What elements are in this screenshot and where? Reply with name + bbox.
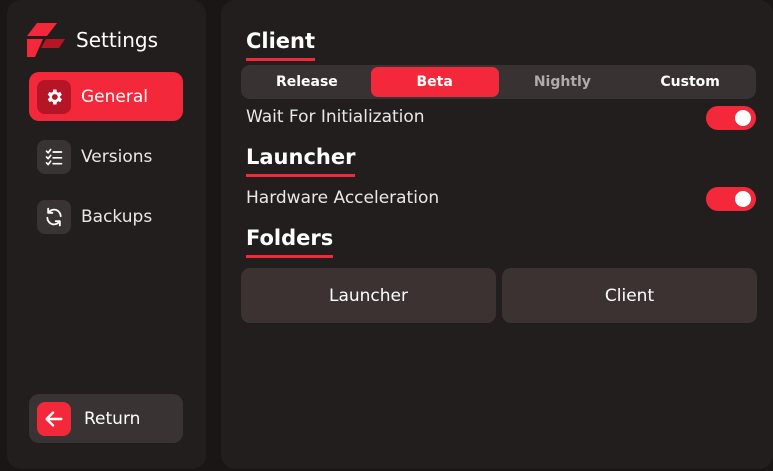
wait-for-init-label: Wait For Initialization [246, 107, 425, 127]
arrow-left-icon [37, 401, 71, 436]
app-logo-icon [27, 23, 65, 57]
brand: Settings [27, 20, 158, 60]
gear-icon [37, 79, 71, 114]
client-section-title: Client [246, 29, 316, 61]
open-launcher-folder-button[interactable]: Launcher [241, 268, 496, 323]
channel-tab-nightly[interactable]: Nightly [499, 67, 627, 97]
hardware-accel-label: Hardware Acceleration [246, 188, 440, 208]
channel-selector: Release Beta Nightly Custom [241, 65, 756, 99]
sidebar-item-label: Backups [81, 206, 153, 227]
launcher-section-title: Launcher [246, 145, 356, 177]
refresh-icon [37, 199, 71, 234]
settings-window: Settings General Versions Backups Return… [0, 0, 773, 471]
return-label: Return [84, 408, 141, 429]
sidebar-title: Settings [76, 28, 159, 52]
wait-for-init-toggle[interactable] [706, 106, 756, 130]
sidebar: Settings General Versions Backups Return [7, 0, 206, 469]
wait-for-init-row: Wait For Initialization [246, 103, 756, 131]
toggle-knob [735, 110, 751, 126]
folders-section-title: Folders [246, 226, 334, 258]
sidebar-item-label: General [81, 86, 148, 107]
hardware-accel-row: Hardware Acceleration [246, 184, 756, 212]
channel-tab-beta[interactable]: Beta [370, 67, 499, 97]
sidebar-item-general[interactable]: General [29, 72, 183, 121]
open-client-folder-button[interactable]: Client [502, 268, 757, 323]
hardware-accel-toggle[interactable] [706, 187, 756, 211]
channel-tab-custom[interactable]: Custom [626, 67, 754, 97]
settings-panel: Client Release Beta Nightly Custom Wait … [221, 0, 773, 469]
toggle-knob [735, 191, 751, 207]
sidebar-item-versions[interactable]: Versions [29, 132, 183, 181]
channel-tab-release[interactable]: Release [243, 67, 371, 97]
sidebar-item-label: Versions [81, 146, 153, 167]
return-button[interactable]: Return [29, 394, 183, 443]
sidebar-item-backups[interactable]: Backups [29, 192, 183, 241]
checklist-icon [37, 139, 71, 174]
